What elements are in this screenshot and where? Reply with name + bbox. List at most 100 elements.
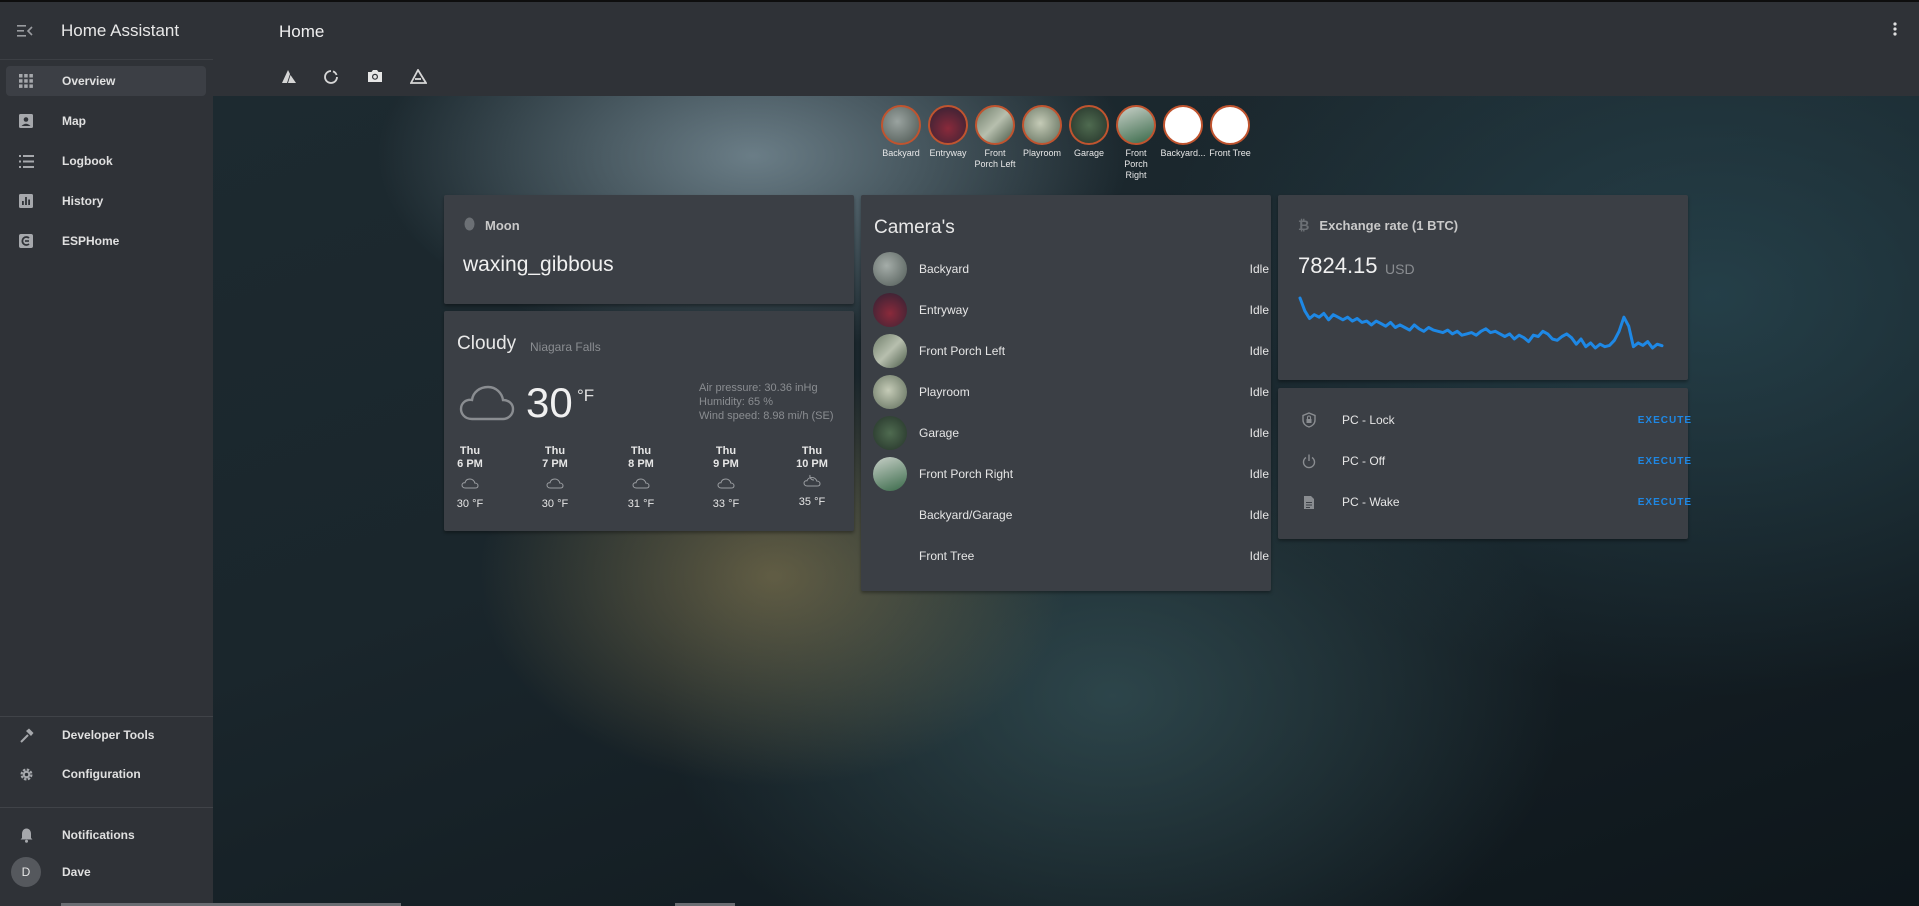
- exchange-rate-currency: USD: [1385, 261, 1415, 277]
- camera-badge[interactable]: Playroom: [1019, 105, 1065, 159]
- sidebar-item-label: Notifications: [62, 828, 135, 842]
- sidebar-item-overview[interactable]: Overview: [6, 66, 206, 96]
- air-pressure: Air pressure: 30.36 inHg: [699, 382, 818, 394]
- more-vert-icon[interactable]: [1893, 22, 1897, 41]
- camera-badge[interactable]: Front Porch Left: [972, 105, 1018, 170]
- sidebar-item-label: Map: [62, 114, 86, 128]
- tab-circle[interactable]: [311, 60, 351, 98]
- script-row-pc-wake: PC - Wake EXECUTE: [1296, 487, 1692, 517]
- sidebar-item-history[interactable]: History: [6, 186, 206, 216]
- weather-temperature: 30: [526, 379, 573, 426]
- camera-state: Idle: [1249, 467, 1269, 481]
- sidebar-divider: [0, 716, 213, 717]
- main-view: Backyard Entryway Front Porch Left Playr…: [61, 96, 1919, 906]
- badge-label: Backyard: [882, 148, 920, 158]
- script-name: PC - Wake: [1342, 495, 1400, 509]
- forecast-temp: 30 °F: [456, 498, 484, 510]
- camera-badge[interactable]: Entryway: [925, 105, 971, 159]
- file-document-icon: [1296, 495, 1322, 510]
- camera-name: Entryway: [919, 303, 969, 317]
- camera-badge[interactable]: Backyard...: [1160, 105, 1206, 159]
- badge-label: Front Tree: [1209, 148, 1251, 158]
- camera-row[interactable]: Entryway Idle: [873, 293, 1269, 327]
- circle-icon: [323, 69, 339, 90]
- forecast-time: 6 PM: [457, 458, 483, 470]
- sidebar-item-notifications[interactable]: Notifications: [6, 820, 206, 850]
- sidebar-item-user[interactable]: D Dave: [6, 857, 206, 887]
- sparkline-line: [1298, 296, 1664, 350]
- exchange-rate-card[interactable]: ₿ Exchange rate (1 BTC) 7824.15 USD: [1278, 195, 1688, 380]
- menu-icon[interactable]: [0, 24, 50, 38]
- camera-badge[interactable]: Backyard: [878, 105, 924, 159]
- sidebar-item-configuration[interactable]: Configuration: [6, 759, 206, 789]
- camera-badge[interactable]: Garage: [1066, 105, 1112, 159]
- sidebar-item-developer-tools[interactable]: Developer Tools: [6, 720, 206, 750]
- execute-button[interactable]: EXECUTE: [1638, 415, 1692, 426]
- wind-speed: Wind speed: 8.98 mi/h (SE): [699, 410, 834, 422]
- forecast-temp: 30 °F: [541, 498, 569, 510]
- apps-grid-icon: [6, 74, 46, 88]
- chart-box-icon: [6, 194, 46, 208]
- sidebar-item-logbook[interactable]: Logbook: [6, 146, 206, 176]
- sidebar-item-label: Overview: [62, 74, 116, 88]
- script-name: PC - Lock: [1342, 413, 1395, 427]
- forecast-day: Thu: [459, 445, 481, 457]
- camera-row[interactable]: Front Porch Left Idle: [873, 334, 1269, 368]
- badge-label: Backyard...: [1160, 148, 1206, 158]
- cloud-icon: [696, 476, 756, 494]
- tab-camera[interactable]: [355, 60, 395, 98]
- weather-card[interactable]: Cloudy Niagara Falls 30 °F Air pressure:…: [444, 311, 854, 531]
- card-title: Camera's: [874, 217, 955, 238]
- camera-row[interactable]: Backyard/Garage Idle: [873, 498, 1269, 532]
- toolbar: Home: [213, 0, 1919, 98]
- esphome-icon: [6, 234, 46, 248]
- camera-badge[interactable]: Front Porch Right: [1113, 105, 1159, 181]
- forecast-day: Thu: [801, 445, 823, 457]
- camera-thumbnail: [873, 293, 907, 327]
- moon-icon: [464, 217, 475, 234]
- camera-row[interactable]: Garage Idle: [873, 416, 1269, 450]
- user-name: Dave: [62, 865, 91, 879]
- forecast-item: Thu 7 PM 30 °F: [525, 445, 585, 510]
- camera-state: Idle: [1249, 344, 1269, 358]
- camera-row[interactable]: Playroom Idle: [873, 375, 1269, 409]
- account-box-icon: [6, 114, 46, 128]
- humidity: Humidity: 65 %: [699, 396, 773, 408]
- camera-thumbnail: [873, 375, 907, 409]
- page-title: Home: [279, 22, 325, 41]
- sidebar-item-esphome[interactable]: ESPHome: [6, 226, 206, 256]
- camera-thumbnail: [873, 457, 907, 491]
- tab-mountain[interactable]: [269, 60, 309, 98]
- sidebar-item-label: ESPHome: [62, 234, 120, 248]
- tab-delta[interactable]: [398, 60, 438, 98]
- execute-button[interactable]: EXECUTE: [1638, 497, 1692, 508]
- badge-thumbnail: [1069, 105, 1109, 145]
- sidebar-item-map[interactable]: Map: [6, 106, 206, 136]
- camera-row[interactable]: Backyard Idle: [873, 252, 1269, 286]
- moon-title: Moon: [485, 218, 520, 233]
- mountain-icon: [281, 69, 297, 89]
- camera-badge[interactable]: Front Tree: [1207, 105, 1253, 159]
- gear-icon: [6, 767, 46, 782]
- camera-name: Backyard: [919, 262, 970, 276]
- weather-unit: °F: [577, 386, 595, 405]
- moon-header: Moon: [464, 217, 520, 234]
- app-title: Home Assistant: [61, 20, 180, 40]
- forecast-time: 8 PM: [628, 458, 654, 470]
- camera-row[interactable]: Front Porch Right Idle: [873, 457, 1269, 491]
- power-icon: [1296, 454, 1322, 469]
- camera-state: Idle: [1249, 385, 1269, 399]
- sidebar-item-label: Logbook: [62, 154, 113, 168]
- avatar-wrap: D: [6, 857, 46, 887]
- badge-thumbnail: [1022, 105, 1062, 145]
- execute-button[interactable]: EXECUTE: [1638, 456, 1692, 467]
- sidebar: Home Assistant Overview Map Logbook Hist…: [0, 0, 213, 906]
- weather-condition: Cloudy: [457, 333, 517, 354]
- cameras-card: Camera's Backyard Idle Entryway Idle Fro…: [861, 195, 1271, 591]
- night-partly-cloudy-icon: [782, 474, 842, 492]
- exchange-rate-sparkline: [1298, 296, 1664, 350]
- badge-thumbnail: [1163, 105, 1203, 145]
- script-row-pc-off: PC - Off EXECUTE: [1296, 446, 1692, 476]
- camera-row[interactable]: Front Tree Idle: [873, 539, 1269, 573]
- moon-card[interactable]: Moon waxing_gibbous: [444, 195, 854, 304]
